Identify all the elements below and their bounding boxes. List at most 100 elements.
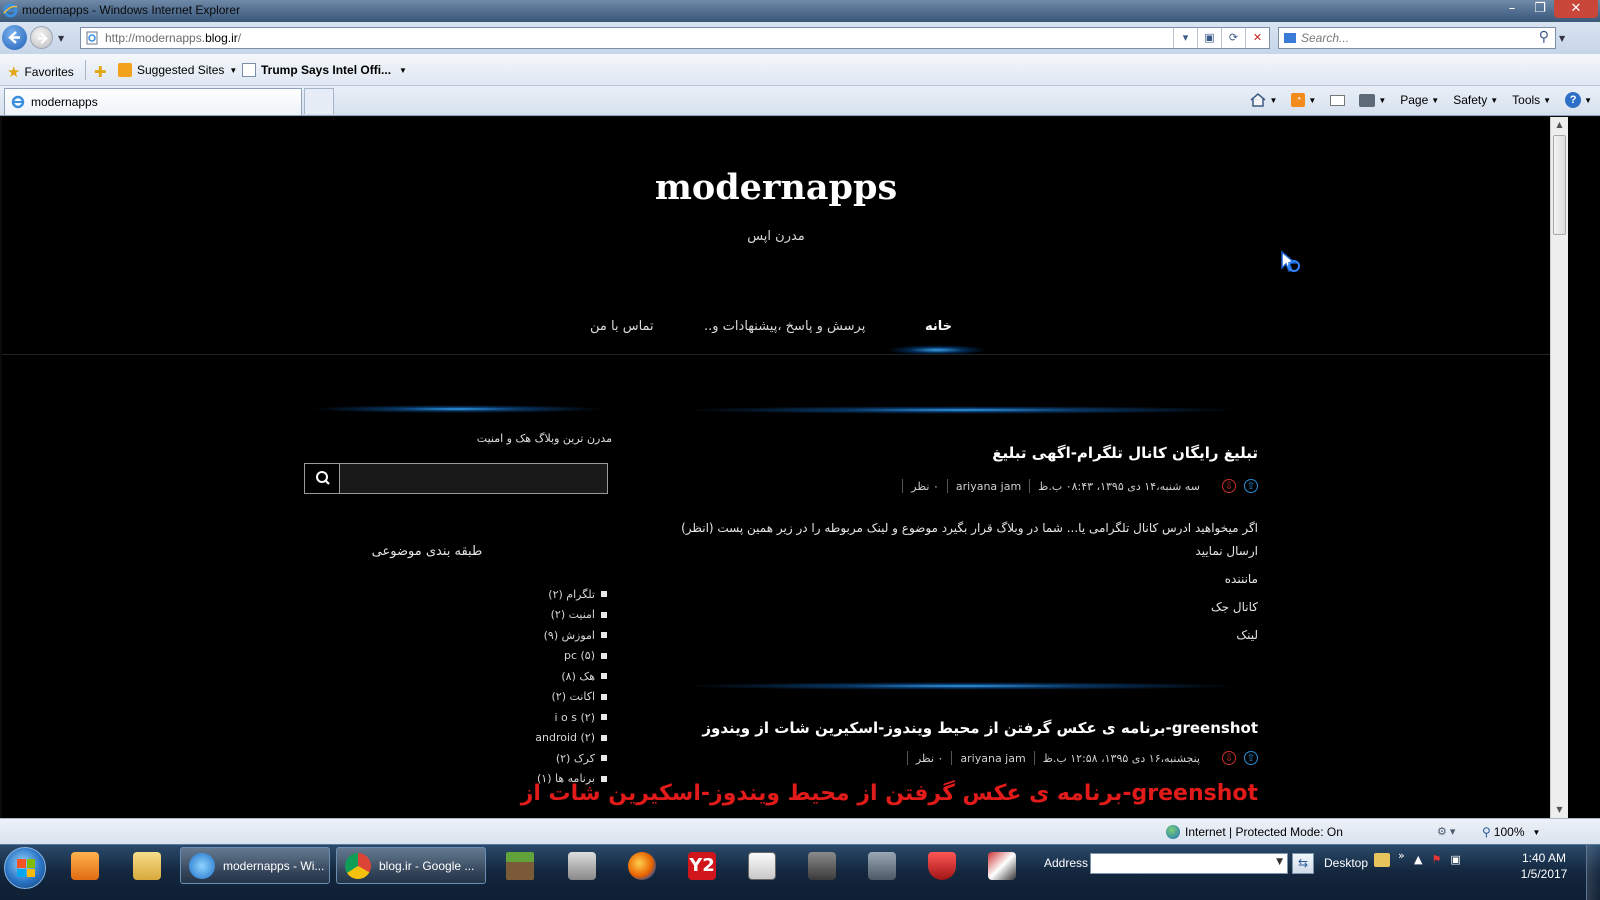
nav-item-qa[interactable]: پرسش و پاسخ ،پیشنهادات و..	[704, 319, 865, 334]
category-item[interactable]: pc (۵)	[452, 646, 607, 667]
post-author[interactable]: ariyana jam	[956, 480, 1021, 493]
category-item[interactable]: i o s (۲)	[452, 707, 607, 728]
safety-menu[interactable]: Safety ▼	[1453, 93, 1498, 107]
minimize-button[interactable]: –	[1498, 0, 1526, 18]
chevron-down-icon: ▼	[1431, 95, 1440, 105]
maximize-button[interactable]: ❐	[1526, 0, 1554, 18]
favorite-news-link[interactable]: Trump Says Intel Offi... ▼	[242, 63, 407, 77]
explorer-taskbar-icon[interactable]	[127, 849, 167, 885]
nav-item-home[interactable]: خانه	[925, 319, 952, 334]
media-player-taskbar-icon[interactable]	[65, 849, 105, 885]
scroll-up-icon[interactable]: ▲	[1551, 117, 1568, 133]
home-button[interactable]: ▼	[1250, 93, 1277, 107]
recent-pages-dropdown[interactable]: ▼	[58, 34, 64, 43]
show-hidden-icons-icon[interactable]: ▲	[1414, 853, 1422, 866]
protected-mode-icon[interactable]: ⚙ ▾	[1437, 825, 1455, 838]
shield-app-taskbar-icon[interactable]	[922, 849, 962, 885]
calculator-icon	[748, 852, 776, 880]
stop-icon[interactable]: ✕	[1245, 28, 1269, 48]
action-center-flag-icon[interactable]: ⚑	[1431, 853, 1441, 866]
taskbar-go-button[interactable]: ⇆	[1292, 853, 1314, 874]
compatibility-view-icon[interactable]: ▣	[1197, 28, 1221, 48]
post-title[interactable]: تبلیغ رایگان کانال تلگرام-اگهی تبلیغ	[992, 444, 1258, 462]
suggested-sites-link[interactable]: Suggested Sites ▼	[118, 63, 237, 77]
taskbar-address-input[interactable]: ▼	[1090, 853, 1288, 874]
category-item[interactable]: امنیت (۲)	[452, 605, 607, 626]
game2-taskbar-icon[interactable]	[802, 849, 842, 885]
read-mail-button[interactable]	[1330, 94, 1346, 106]
url-text[interactable]: http://modernapps.blog.ir/	[105, 31, 241, 45]
zoom-level[interactable]: ⚲ 100% ▼	[1482, 825, 1540, 839]
toolbar-overflow-icon[interactable]: »	[1398, 849, 1405, 862]
y2-taskbar-icon[interactable]: Y2	[682, 849, 722, 885]
refresh-icon[interactable]: ⟳	[1221, 28, 1245, 48]
help-menu[interactable]: ? ▼	[1565, 92, 1592, 108]
url-dropdown-icon[interactable]: ▾	[1173, 28, 1197, 48]
security-zone[interactable]: Internet | Protected Mode: On	[1166, 825, 1343, 839]
post-paragraph: لینک	[1236, 628, 1258, 642]
search-options-dropdown[interactable]: ▼	[1559, 34, 1565, 43]
post-comments[interactable]: ۰ نظر	[916, 752, 944, 765]
category-item[interactable]: برنامه ها (۱)	[452, 769, 607, 790]
game-taskbar-icon[interactable]	[562, 849, 602, 885]
post-date: پنجشنبه،۱۶ دی ۱۳۹۵، ۱۲:۵۸ ب.ظ	[1042, 751, 1200, 765]
calculator-taskbar-icon[interactable]	[742, 849, 782, 885]
upvote-icon[interactable]: ⇧	[1244, 479, 1258, 493]
category-item[interactable]: هک (۸)	[452, 666, 607, 687]
category-item[interactable]: کرک (۲)	[452, 748, 607, 769]
page-scrollbar[interactable]: ▲ ▼	[1550, 117, 1568, 818]
feeds-button[interactable]: ◔ ▼	[1291, 93, 1316, 107]
firefox-taskbar-icon[interactable]	[622, 849, 662, 885]
post-author[interactable]: ariyana jam	[960, 752, 1025, 765]
tools-menu[interactable]: Tools ▼	[1512, 93, 1551, 107]
page-menu[interactable]: Page ▼	[1400, 93, 1439, 107]
category-item[interactable]: android (۲)	[452, 728, 607, 749]
category-list: تلگرام (۲) امنیت (۲) اموزش (۹) pc (۵) هک…	[452, 584, 607, 789]
search-box[interactable]: Search... ⚲	[1278, 27, 1556, 49]
nav-item-contact[interactable]: تماس با من	[590, 319, 654, 334]
taskbar-desktop-toolbar[interactable]: Desktop	[1324, 856, 1368, 870]
post-date: سه شنبه،۱۴ دی ۱۳۹۵، ۰۸:۴۳ ب.ظ	[1038, 479, 1200, 493]
page-viewport: modernapps مدرن اپس خانه پرسش و پاسخ ،پی…	[2, 117, 1550, 818]
favorites-button[interactable]: ★ Favorites	[7, 63, 74, 81]
category-item[interactable]: تلگرام (۲)	[452, 584, 607, 605]
sidebar-search-input[interactable]	[341, 464, 607, 493]
category-item[interactable]: اموزش (۹)	[452, 625, 607, 646]
site-title[interactable]: modernapps	[2, 167, 1550, 208]
close-button[interactable]: ✕	[1554, 0, 1598, 18]
search-button[interactable]	[305, 464, 340, 493]
downvote-icon[interactable]: ⇩	[1222, 479, 1236, 493]
add-favorite-button[interactable]: ✚	[94, 63, 111, 81]
scroll-down-icon[interactable]: ▼	[1551, 802, 1568, 818]
title-bar: modernapps - Windows Internet Explorer –…	[0, 0, 1600, 22]
taskbar-task-ie[interactable]: modernapps - Wi...	[180, 847, 330, 884]
game-logo-icon	[568, 852, 596, 880]
minecraft-taskbar-icon[interactable]	[500, 849, 540, 885]
post-title[interactable]: greenshot-برنامه ی عکس گرفتن از محیط وین…	[702, 719, 1258, 737]
category-item[interactable]: اکانت (۲)	[452, 687, 607, 708]
network-icon[interactable]: ▣	[1450, 853, 1460, 866]
system-clock[interactable]: 1:40 AM 1/5/2017	[1512, 850, 1576, 882]
downvote-icon[interactable]: ⇩	[1222, 751, 1236, 765]
search-icon[interactable]: ⚲	[1539, 29, 1549, 45]
suggested-sites-icon	[118, 63, 132, 77]
back-button[interactable]	[2, 25, 27, 50]
address-bar[interactable]: http://modernapps.blog.ir/ ▾ ▣ ⟳ ✕	[80, 27, 1270, 49]
taskbar-task-chrome[interactable]: blog.ir - Google ...	[336, 847, 486, 884]
divider	[902, 479, 904, 493]
forward-button[interactable]	[30, 26, 53, 49]
command-bar: ▼ ◔ ▼ ▼ Page ▼ Safety ▼ Tools ▼ ? ▼	[1236, 92, 1592, 108]
racing-taskbar-icon[interactable]	[982, 849, 1022, 885]
search-input[interactable]: Search...	[1301, 31, 1349, 45]
categories-title: طبقه بندی موضوعی	[371, 544, 483, 559]
tab-modernapps[interactable]: modernapps	[4, 88, 302, 115]
start-button[interactable]	[4, 847, 46, 889]
upvote-icon[interactable]: ⇧	[1244, 751, 1258, 765]
post-comments[interactable]: ۰ نظر	[911, 480, 939, 493]
print-button[interactable]: ▼	[1359, 93, 1386, 107]
show-desktop-button[interactable]	[1586, 845, 1600, 900]
counter-strike-taskbar-icon[interactable]	[862, 849, 902, 885]
grass-block-icon	[506, 852, 534, 880]
new-tab-button[interactable]	[304, 88, 334, 114]
scrollbar-thumb[interactable]	[1553, 135, 1566, 235]
